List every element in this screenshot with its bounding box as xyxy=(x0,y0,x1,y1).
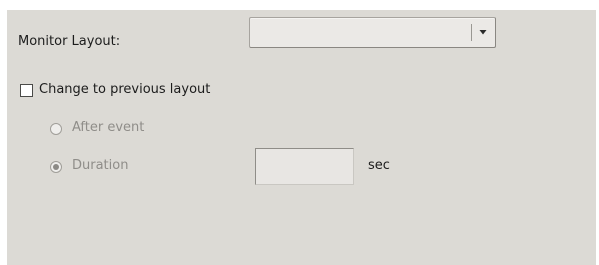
radio-selected-dot xyxy=(53,164,59,170)
duration-input[interactable] xyxy=(255,148,354,185)
duration-label[interactable]: Duration xyxy=(72,158,128,173)
after-event-label[interactable]: After event xyxy=(72,120,144,135)
change-layout-label[interactable]: Change to previous layout xyxy=(39,82,210,97)
duration-unit-label: sec xyxy=(368,158,390,173)
monitor-layout-dropdown[interactable] xyxy=(249,17,496,48)
chevron-down-icon[interactable] xyxy=(477,26,489,38)
change-layout-checkbox[interactable] xyxy=(20,84,33,97)
dropdown-separator xyxy=(471,24,472,41)
duration-radio[interactable] xyxy=(50,161,62,173)
monitor-layout-label: Monitor Layout: xyxy=(18,34,121,49)
after-event-radio[interactable] xyxy=(50,123,62,135)
